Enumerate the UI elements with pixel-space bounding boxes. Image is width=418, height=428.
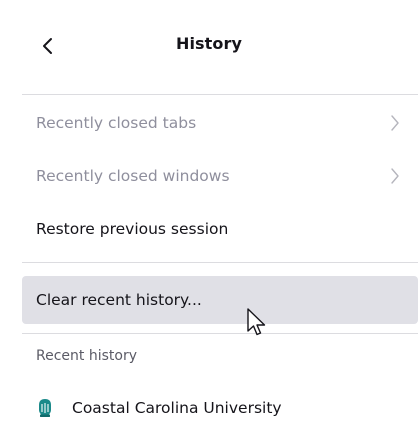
recently-closed-tabs-label: Recently closed tabs [36,114,197,132]
panel-header: History [0,0,418,94]
panel-title: History [175,34,243,53]
recent-history-heading: Recent history [36,348,137,364]
history-panel: History Recently closed tabs Recently cl… [0,0,418,428]
clear-recent-history-item[interactable]: Clear recent history... [22,276,418,324]
recently-closed-tabs-item[interactable]: Recently closed tabs [22,101,418,145]
recently-closed-windows-label: Recently closed windows [36,167,230,185]
recently-closed-windows-item[interactable]: Recently closed windows [22,154,418,198]
history-entry[interactable]: Coastal Carolina University [22,386,418,428]
history-divider [22,333,418,334]
site-favicon-icon [39,399,51,417]
restore-previous-session-label: Restore previous session [36,220,229,238]
history-entry-title: Coastal Carolina University [72,399,282,417]
header-divider [22,94,418,95]
restore-previous-session-item[interactable]: Restore previous session [22,207,418,251]
menu-divider [22,262,418,263]
chevron-right-icon [391,115,399,131]
clear-recent-history-label: Clear recent history... [36,291,202,309]
chevron-right-icon [391,168,399,184]
